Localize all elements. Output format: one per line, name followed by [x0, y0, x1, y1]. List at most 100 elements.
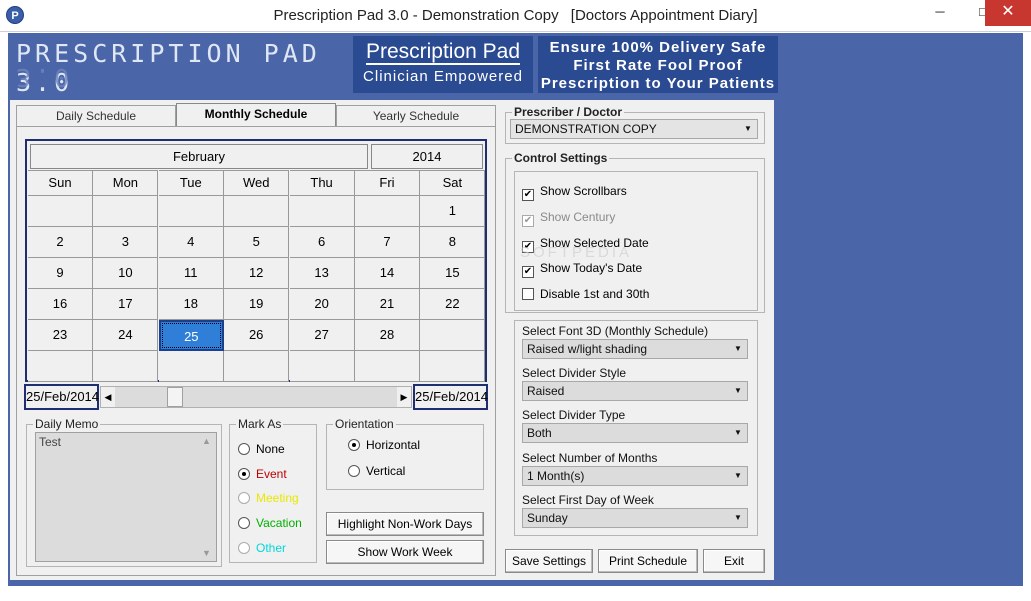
scroll-right-icon[interactable]: ▶: [397, 387, 411, 407]
calendar-month[interactable]: February: [30, 144, 368, 169]
scroll-left-icon[interactable]: ◀: [101, 387, 115, 407]
calendar-year[interactable]: 2014: [371, 144, 483, 169]
calendar-day[interactable]: 13: [289, 258, 355, 289]
calendar-day[interactable]: [289, 196, 355, 227]
chevron-down-icon[interactable]: ▼: [741, 122, 755, 136]
calendar-day[interactable]: [420, 320, 486, 351]
end-date-field[interactable]: 25/Feb/2014: [413, 384, 488, 410]
radio-label: Event: [256, 466, 287, 481]
month-scrollbar[interactable]: ◀ ▶: [100, 386, 412, 408]
control-check-0[interactable]: ✔ Show Scrollbars: [522, 183, 627, 201]
radio-label: None: [256, 442, 285, 456]
calendar-day[interactable]: 20: [289, 289, 355, 320]
calendar-day[interactable]: 18: [158, 289, 224, 320]
checkbox[interactable]: ✔: [522, 266, 534, 279]
calendar-day[interactable]: 26: [224, 320, 290, 351]
control-check-4[interactable]: Disable 1st and 30th: [522, 286, 649, 302]
chevron-down-icon[interactable]: ▼: [731, 342, 745, 356]
scroll-down-icon[interactable]: ▼: [198, 548, 215, 558]
scroll-up-icon[interactable]: ▲: [198, 436, 215, 446]
radio-button[interactable]: [238, 492, 250, 505]
mark-as-option-meeting[interactable]: Meeting: [238, 490, 299, 506]
mark-as-option-vacation[interactable]: Vacation: [238, 515, 302, 531]
mark-as-option-event[interactable]: Event: [238, 466, 287, 482]
setting-select-4[interactable]: Sunday ▼: [522, 507, 748, 528]
calendar-day[interactable]: 27: [289, 320, 355, 351]
tab-daily-schedule[interactable]: Daily Schedule: [16, 105, 176, 126]
exit-button[interactable]: Exit: [703, 549, 765, 573]
calendar-day[interactable]: [420, 351, 486, 382]
radio-button[interactable]: [348, 465, 360, 477]
orientation-option-vertical[interactable]: Vertical: [348, 463, 405, 479]
calendar-day[interactable]: 11: [158, 258, 224, 289]
setting-select-3[interactable]: 1 Month(s) ▼: [522, 465, 748, 486]
calendar-day[interactable]: 5: [224, 227, 290, 258]
daily-memo-textarea[interactable]: Test: [35, 432, 217, 562]
calendar-day[interactable]: 22: [420, 289, 486, 320]
calendar-day-selected[interactable]: 25: [158, 320, 224, 351]
calendar-day[interactable]: 17: [93, 289, 159, 320]
chevron-down-icon[interactable]: ▼: [731, 384, 745, 398]
setting-select-0[interactable]: Raised w/light shading ▼: [522, 339, 748, 359]
calendar-day[interactable]: 21: [355, 289, 420, 320]
calendar-day[interactable]: 6: [289, 227, 355, 258]
memo-scrollbar[interactable]: ▲ ▼: [198, 432, 215, 562]
calendar-day[interactable]: 12: [224, 258, 290, 289]
radio-button[interactable]: [238, 517, 250, 530]
calendar-day[interactable]: [355, 351, 420, 382]
calendar-day[interactable]: 24: [93, 320, 159, 351]
tab-yearly-schedule[interactable]: Yearly Schedule: [336, 105, 496, 126]
mark-as-option-other[interactable]: Other: [238, 540, 286, 556]
calendar-day[interactable]: [224, 196, 290, 227]
calendar-day[interactable]: [355, 196, 420, 227]
chevron-down-icon[interactable]: ▼: [731, 511, 745, 525]
scroll-thumb[interactable]: [167, 387, 183, 407]
setting-select-2[interactable]: Both ▼: [522, 423, 748, 444]
calendar-day[interactable]: 4: [158, 227, 224, 258]
checkbox[interactable]: ✔: [522, 214, 534, 227]
calendar-day[interactable]: 9: [28, 258, 93, 289]
tab-monthly-schedule[interactable]: Monthly Schedule: [176, 103, 336, 127]
control-check-1[interactable]: ✔ Show Century: [522, 209, 615, 227]
radio-button[interactable]: [238, 467, 250, 480]
calendar-day[interactable]: 3: [93, 227, 159, 258]
start-date-field[interactable]: 25/Feb/2014: [24, 384, 99, 410]
calendar-day[interactable]: 28: [355, 320, 420, 351]
close-button[interactable]: ✕: [985, 0, 1031, 26]
calendar-day[interactable]: 10: [93, 258, 159, 289]
print-schedule-button[interactable]: Print Schedule: [598, 549, 698, 573]
checkbox[interactable]: ✔: [522, 189, 534, 201]
calendar-day[interactable]: 19: [224, 289, 290, 320]
calendar-day[interactable]: [28, 351, 93, 382]
calendar-day[interactable]: 7: [355, 227, 420, 258]
orientation-option-horizontal[interactable]: Horizontal: [348, 437, 420, 453]
calendar-day[interactable]: [224, 351, 290, 382]
save-settings-button[interactable]: Save Settings: [505, 549, 593, 573]
calendar-day[interactable]: [28, 196, 93, 227]
calendar-day[interactable]: [93, 351, 159, 382]
calendar-day[interactable]: 8: [420, 227, 486, 258]
calendar-day[interactable]: 14: [355, 258, 420, 289]
calendar-day[interactable]: 23: [28, 320, 93, 351]
calendar-day[interactable]: [158, 351, 224, 382]
radio-button[interactable]: [238, 443, 250, 455]
calendar-day[interactable]: 1: [420, 196, 486, 227]
calendar-day[interactable]: 16: [28, 289, 93, 320]
calendar-day[interactable]: [93, 196, 159, 227]
show-work-week-button[interactable]: Show Work Week: [326, 540, 484, 564]
setting-select-1[interactable]: Raised ▼: [522, 381, 748, 402]
calendar-day[interactable]: [158, 196, 224, 227]
control-check-3[interactable]: ✔ Show Today's Date: [522, 260, 642, 279]
checkbox[interactable]: [522, 288, 534, 301]
mark-as-option-none[interactable]: None: [238, 441, 285, 457]
calendar-day[interactable]: 2: [28, 227, 93, 258]
calendar-day[interactable]: [289, 351, 355, 382]
chevron-down-icon[interactable]: ▼: [731, 469, 745, 483]
minimize-button[interactable]: ─: [918, 0, 962, 26]
calendar-day[interactable]: 15: [420, 258, 486, 289]
radio-button[interactable]: [348, 439, 360, 451]
prescriber-select[interactable]: DEMONSTRATION COPY ▼: [510, 119, 758, 139]
highlight-non-work-days-button[interactable]: Highlight Non-Work Days: [326, 512, 484, 536]
chevron-down-icon[interactable]: ▼: [731, 426, 745, 440]
radio-button[interactable]: [238, 541, 250, 554]
